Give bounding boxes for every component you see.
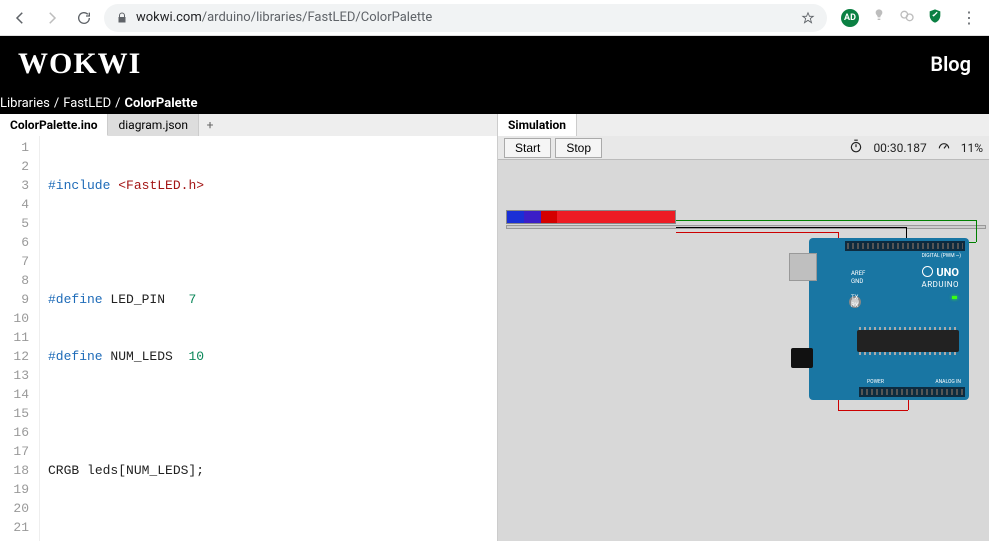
ext-icon-3[interactable] xyxy=(899,8,915,28)
tab-simulation[interactable]: Simulation xyxy=(498,114,577,136)
extension-icons: AD xyxy=(835,8,949,28)
power-led xyxy=(952,296,957,299)
line-gutter: 12345678910111213141516171819202122 xyxy=(0,136,40,541)
breadcrumb-sep: / xyxy=(54,96,59,111)
led-pixel xyxy=(541,211,558,223)
led-pixel xyxy=(608,211,625,223)
sim-perf: 11% xyxy=(961,141,983,155)
editor-pane: ColorPalette.ino diagram.json + 12345678… xyxy=(0,114,498,541)
wire-green xyxy=(976,220,977,242)
breadcrumb-current: ColorPalette xyxy=(125,96,198,111)
browser-menu-button[interactable]: ⋮ xyxy=(957,8,981,27)
board-name-label: UNO xyxy=(922,266,959,279)
adblock-ext-icon[interactable]: AD xyxy=(841,9,859,27)
led-pixel xyxy=(591,211,608,223)
wire-red xyxy=(676,232,838,233)
digital-header[interactable] xyxy=(845,241,965,251)
simulation-status: 00:30.187 11% xyxy=(849,139,983,156)
simulation-toolbar: Start Stop 00:30.187 11% xyxy=(498,136,989,160)
simulation-tabs: Simulation xyxy=(498,114,989,136)
power-jack xyxy=(791,348,813,368)
forward-button[interactable] xyxy=(40,6,64,30)
led-pixel xyxy=(574,211,591,223)
address-bar[interactable]: wokwi.com/arduino/libraries/FastLED/Colo… xyxy=(104,4,827,32)
led-strip[interactable] xyxy=(506,210,676,224)
breadcrumb: Libraries / FastLED / ColorPalette xyxy=(0,92,989,114)
gauge-icon xyxy=(937,139,951,156)
breadcrumb-sep: / xyxy=(115,96,120,111)
tab-add-button[interactable]: + xyxy=(199,114,221,136)
arrow-right-icon xyxy=(43,9,61,27)
blog-link[interactable]: Blog xyxy=(930,52,971,76)
wire-black xyxy=(676,227,906,228)
ext-shield-icon[interactable] xyxy=(927,8,943,28)
digital-label: DIGITAL (PWM ~) xyxy=(922,253,961,259)
led-pixel xyxy=(524,211,541,223)
start-button[interactable]: Start xyxy=(504,138,551,158)
stop-button[interactable]: Stop xyxy=(555,138,602,158)
star-icon[interactable] xyxy=(801,11,815,25)
ext-icon-2[interactable] xyxy=(871,8,887,28)
txrx-label: AREFGNDTXRX xyxy=(851,270,865,310)
breadcrumb-fastled[interactable]: FastLED xyxy=(63,96,111,111)
tab-colorpalette-ino[interactable]: ColorPalette.ino xyxy=(0,114,108,136)
led-pixel xyxy=(641,211,658,223)
lock-icon xyxy=(116,12,128,24)
arrow-left-icon xyxy=(11,9,29,27)
power-label: POWER xyxy=(867,379,884,385)
editor-tabs: ColorPalette.ino diagram.json + xyxy=(0,114,497,136)
breadcrumb-libraries[interactable]: Libraries xyxy=(0,96,50,111)
wire-green xyxy=(676,220,976,221)
back-button[interactable] xyxy=(8,6,32,30)
site-header: WOKWI Blog xyxy=(0,36,989,92)
tab-diagram-json[interactable]: diagram.json xyxy=(108,114,199,136)
board-brand-label: ARDUINO xyxy=(922,280,959,289)
atmega-chip xyxy=(857,330,959,352)
simulation-canvas[interactable]: UNO ARDUINO AREFGNDTXRX DIGITAL (PWM ~) … xyxy=(498,160,989,541)
browser-toolbar: wokwi.com/arduino/libraries/FastLED/Colo… xyxy=(0,0,989,36)
led-pixel xyxy=(658,211,675,223)
reload-button[interactable] xyxy=(72,6,96,30)
analog-label: ANALOG IN xyxy=(935,379,961,385)
wokwi-logo[interactable]: WOKWI xyxy=(18,47,141,81)
led-pixel xyxy=(557,211,574,223)
sim-time: 00:30.187 xyxy=(873,141,926,155)
wire-red xyxy=(838,410,908,411)
led-pixel xyxy=(507,211,524,223)
led-pixel xyxy=(625,211,642,223)
code-editor[interactable]: 12345678910111213141516171819202122 #inc… xyxy=(0,136,497,541)
main-split: ColorPalette.ino diagram.json + 12345678… xyxy=(0,114,989,541)
url-text: wokwi.com/arduino/libraries/FastLED/Colo… xyxy=(136,10,793,25)
reload-icon xyxy=(76,10,92,26)
arduino-uno-board[interactable]: UNO ARDUINO AREFGNDTXRX DIGITAL (PWM ~) … xyxy=(809,238,969,400)
stopwatch-icon xyxy=(849,139,863,156)
simulation-pane: Simulation Start Stop 00:30.187 11% xyxy=(498,114,989,541)
code-content[interactable]: #include <FastLED.h> #define LED_PIN 7 #… xyxy=(40,136,497,541)
usb-port xyxy=(789,253,817,281)
power-analog-header[interactable] xyxy=(859,387,965,397)
